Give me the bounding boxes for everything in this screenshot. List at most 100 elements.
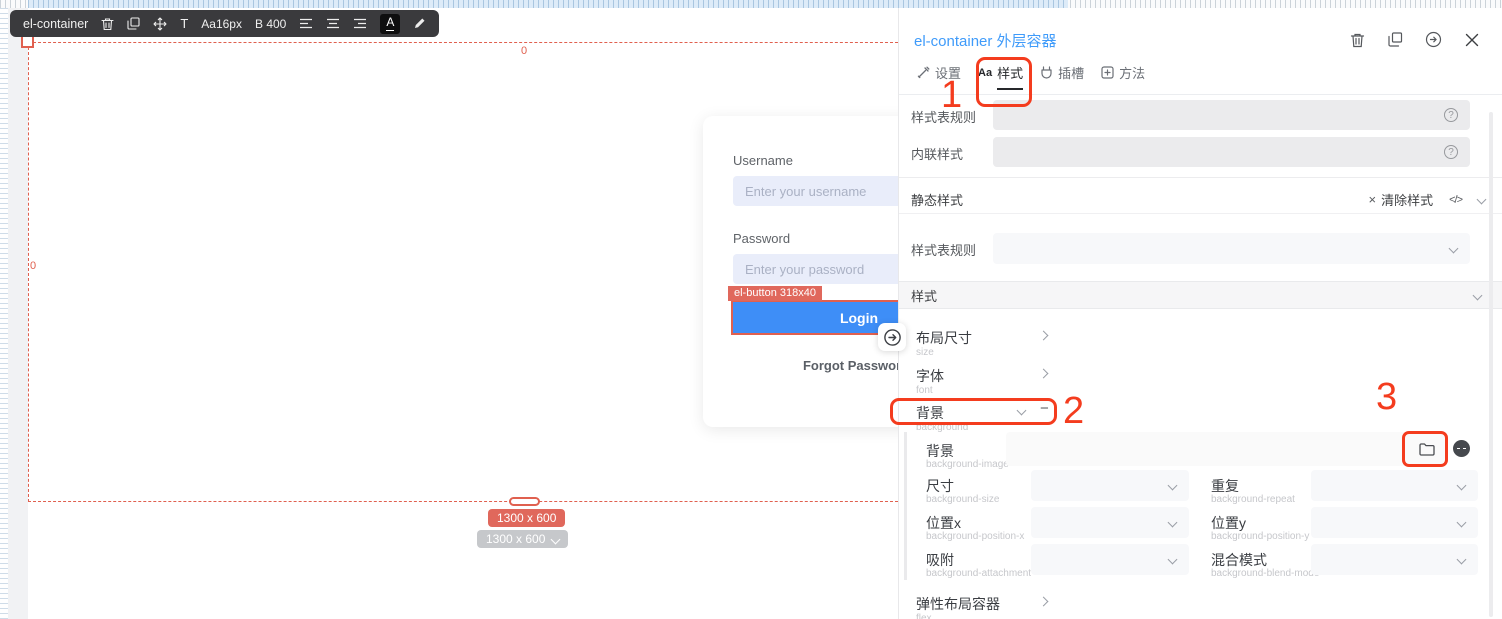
expand-chevron-right-icon[interactable] (1039, 597, 1049, 607)
inline-style-field[interactable] (993, 137, 1470, 167)
bg-position-x-select[interactable] (1031, 507, 1189, 538)
method-icon (1101, 66, 1114, 79)
chevron-down-icon (1457, 555, 1467, 565)
element-name-label: el-container (23, 17, 88, 31)
bg-position-y-select[interactable] (1311, 507, 1478, 538)
section-divider (899, 177, 1502, 178)
chevron-down-icon (1449, 244, 1459, 254)
font-color-letter: A (386, 16, 394, 30)
delete-icon[interactable] (101, 17, 114, 31)
bg-position-y-label: 位置y (1211, 513, 1246, 533)
artboard-size-selector[interactable]: 1300 x 600 (477, 530, 568, 548)
color-swatch-button[interactable] (1453, 440, 1470, 457)
collapse-chevron-icon (1473, 290, 1483, 300)
font-color-button[interactable]: A (380, 14, 400, 34)
delete-icon[interactable] (1349, 31, 1366, 48)
chevron-down-icon (1168, 481, 1178, 491)
horizontal-ruler-active-range (28, 0, 1068, 8)
transparent-dash-icon (1457, 448, 1466, 449)
font-weight-control[interactable]: B 400 (255, 17, 286, 31)
bg-attachment-select[interactable] (1031, 544, 1189, 575)
close-icon[interactable] (1463, 31, 1480, 48)
chevron-down-icon (1168, 555, 1178, 565)
edit-pen-icon[interactable] (413, 17, 426, 30)
panel-header-actions (1349, 31, 1480, 48)
stylesheet-rules-field[interactable] (993, 100, 1470, 130)
text-tool-button[interactable]: T (180, 16, 188, 31)
bg-blend-mode-label: 混合模式 (1211, 550, 1267, 570)
clear-style-label: 清除样式 (1381, 190, 1433, 209)
artboard-size-badge: 1300 x 600 (488, 509, 565, 527)
password-label: Password (733, 231, 790, 246)
vertical-ruler (0, 8, 8, 619)
tab-slots-label: 插槽 (1058, 63, 1084, 82)
horizontal-ruler (0, 0, 1502, 8)
clear-x-icon: × (1368, 192, 1376, 207)
background-image-input[interactable] (1006, 432, 1446, 466)
expand-chevron-right-icon[interactable] (1039, 331, 1049, 341)
static-style-actions: × 清除样式 </> (1368, 190, 1485, 209)
align-center-icon[interactable] (326, 18, 340, 29)
align-left-icon[interactable] (299, 18, 313, 29)
static-style-header: 静态样式 × 清除样式 </> (899, 186, 1502, 214)
selected-element-size-tag: el-button 318x40 (728, 286, 822, 301)
collapse-chevron-icon[interactable] (1477, 195, 1487, 205)
duplicate-icon[interactable] (127, 17, 140, 30)
flex-row-label[interactable]: 弹性布局容器 (916, 594, 1000, 614)
chevron-down-icon (1457, 518, 1467, 528)
bg-size-select[interactable] (1031, 470, 1189, 501)
wrench-icon (917, 66, 930, 79)
inline-style-label: 内联样式 (911, 144, 963, 163)
tab-methods-label: 方法 (1119, 63, 1145, 82)
align-right-icon[interactable] (353, 18, 367, 29)
artboard-origin-top-label: 0 (521, 45, 527, 57)
stylesheet-rule-select-label: 样式表规则 (911, 240, 976, 259)
clear-style-button[interactable]: × 清除样式 (1368, 190, 1433, 209)
chevron-down-icon (1457, 481, 1467, 491)
annotation-step-1: 1 (941, 76, 962, 114)
style-section-title: 样式 (911, 286, 937, 305)
bg-blend-mode-select[interactable] (1311, 544, 1478, 575)
bg-position-y-sub: background-position-y (1211, 531, 1309, 542)
panel-title: el-container 外层容器 (914, 30, 1057, 51)
panel-collapse-button[interactable] (878, 323, 906, 351)
locate-element-icon[interactable] (1425, 31, 1442, 48)
stylesheet-rule-select[interactable] (993, 233, 1470, 264)
annotation-step-2: 2 (1063, 392, 1084, 430)
element-toolbar: el-container T Aa16px B 400 A (10, 10, 439, 37)
font-size-control[interactable]: Aa16px (201, 17, 242, 31)
artboard-origin-left-label: 0 (30, 260, 36, 272)
artboard-bottom-resize-handle[interactable] (509, 497, 540, 506)
username-label: Username (733, 153, 793, 168)
code-view-icon[interactable]: </> (1449, 194, 1462, 206)
bg-blend-mode-sub: background-blend-mode (1211, 568, 1319, 579)
help-icon: ? (1444, 108, 1458, 122)
tab-slots[interactable]: 插槽 (1038, 60, 1086, 91)
chevron-down-icon (551, 534, 561, 544)
bg-position-x-label: 位置x (926, 513, 961, 533)
annotation-box-image-picker (1402, 431, 1448, 467)
background-image-label: 背景 (926, 441, 954, 461)
background-image-sub: background-image (926, 459, 1009, 470)
lowcode-editor: 0 0 Username Password el-button 318x40 L… (0, 0, 1502, 619)
duplicate-icon[interactable] (1387, 31, 1404, 48)
move-icon[interactable] (153, 17, 167, 31)
bg-attachment-label: 吸附 (926, 550, 954, 570)
chevron-down-icon (1168, 518, 1178, 528)
tab-methods[interactable]: 方法 (1099, 60, 1147, 91)
flex-row-sub: flex (916, 613, 932, 619)
expand-chevron-right-icon[interactable] (1039, 369, 1049, 379)
size-row-label[interactable]: 布局尺寸 (916, 328, 972, 348)
canvas-left-gutter (8, 8, 28, 619)
bg-repeat-sub: background-repeat (1211, 494, 1295, 505)
annotation-box-background-row (890, 398, 1057, 425)
bg-repeat-select[interactable] (1311, 470, 1478, 501)
artboard-size-selector-value: 1300 x 600 (486, 532, 545, 546)
bg-attachment-sub: background-attachment (926, 568, 1031, 579)
font-row-label[interactable]: 字体 (916, 366, 944, 386)
static-style-title: 静态样式 (911, 190, 963, 209)
panel-scrollbar[interactable] (1489, 112, 1493, 617)
style-section-header[interactable]: 样式 (899, 281, 1502, 309)
group-indent-guide (904, 432, 907, 580)
annotation-box-style-tab (976, 57, 1032, 107)
